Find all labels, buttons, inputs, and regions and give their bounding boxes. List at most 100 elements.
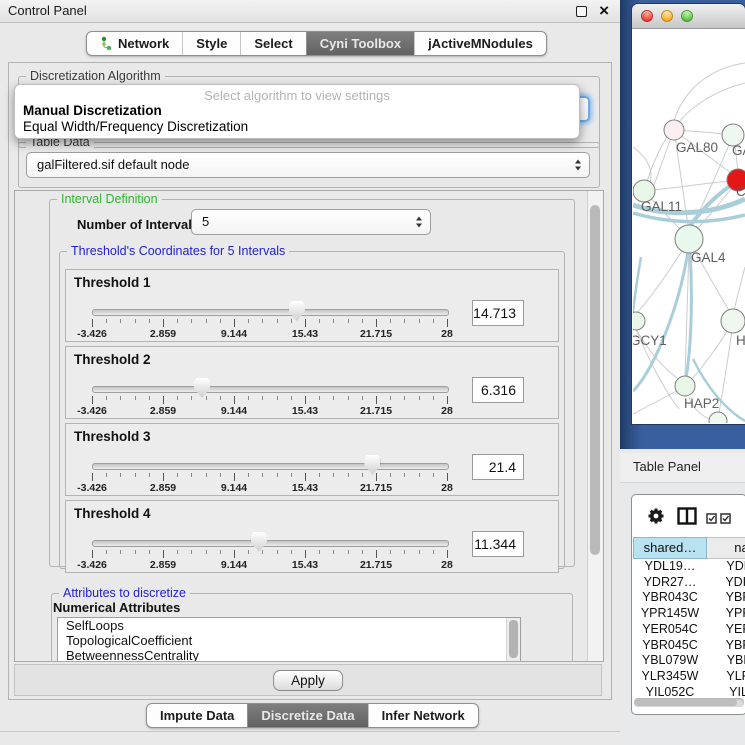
num-intervals-combobox[interactable]: 5 <box>191 209 431 235</box>
zoom-traffic-light-icon[interactable] <box>681 10 693 22</box>
table-horizontal-scrollbar-thumb[interactable] <box>635 699 737 706</box>
close-icon[interactable]: × <box>599 1 609 21</box>
threshold-slider-thumb[interactable] <box>364 455 380 475</box>
table-cell[interactable]: YER054C <box>633 622 707 638</box>
list-scrollbar-thumb[interactable] <box>509 620 518 658</box>
table-horizontal-scrollbar[interactable] <box>634 698 744 707</box>
checkbox-icon[interactable] <box>720 511 731 529</box>
network-edge[interactable] <box>644 181 729 191</box>
table-cell[interactable]: YLR3 <box>707 669 745 685</box>
network-edge[interactable] <box>677 83 745 125</box>
attribute-item-selfloops[interactable]: SelfLoops <box>58 618 520 633</box>
numerical-attributes-list[interactable]: SelfLoopsTopologicalCoefficientBetweenne… <box>57 617 521 662</box>
float-window-icon[interactable] <box>576 6 587 17</box>
slider-tick <box>92 319 93 327</box>
checkbox-icon[interactable] <box>706 511 717 529</box>
threshold-slider-track[interactable] <box>92 463 449 470</box>
table-row[interactable]: YBR045CYBR0 <box>632 638 745 654</box>
threshold-value-field[interactable]: 6.316 <box>472 377 524 403</box>
table-cell[interactable]: YDL1 <box>707 559 745 575</box>
panel-scrollbar[interactable] <box>587 191 603 661</box>
tab-discretize-data[interactable]: Discretize Data <box>247 704 367 727</box>
table-cell[interactable]: YBR045C <box>633 638 707 654</box>
network-node[interactable] <box>721 309 745 333</box>
network-node-gal4[interactable] <box>675 225 703 253</box>
tab-select[interactable]: Select <box>240 32 305 55</box>
threshold-slider-track[interactable] <box>92 309 449 316</box>
tab-jactivemnodules[interactable]: jActiveMNodules <box>414 32 546 55</box>
network-edge[interactable] <box>674 63 745 121</box>
table-row[interactable]: YLR345WYLR3 <box>632 669 745 685</box>
algorithm-option-equal-width-frequency-discretization[interactable]: Equal Width/Frequency Discretization <box>15 119 579 135</box>
table-cell[interactable]: YDR27… <box>633 575 707 591</box>
window-bottom-edge <box>0 731 620 732</box>
table-cell[interactable]: YLR345W <box>633 669 707 685</box>
tab-network[interactable]: Network <box>87 32 182 55</box>
table-cell[interactable]: YBR043C <box>633 590 707 606</box>
slider-tick <box>404 396 405 400</box>
algorithm-option-manual-discretization[interactable]: Manual Discretization <box>15 103 579 119</box>
attribute-item-topologicalcoefficient[interactable]: TopologicalCoefficient <box>58 633 520 648</box>
table-cell[interactable]: YBR0 <box>707 590 745 606</box>
threshold-value-field[interactable]: 21.4 <box>472 454 524 480</box>
interval-definition-title: Interval Definition <box>57 192 162 206</box>
network-node-label: GCY1 <box>633 333 667 348</box>
threshold-slider-track[interactable] <box>92 386 449 393</box>
network-edge[interactable] <box>633 147 651 185</box>
table-cell[interactable]: YER0 <box>707 622 745 638</box>
tab-style[interactable]: Style <box>182 32 240 55</box>
column-header-shared[interactable]: shared… <box>633 537 707 559</box>
panel-scrollbar-thumb[interactable] <box>590 205 600 555</box>
network-window-titlebar[interactable] <box>632 4 745 29</box>
threshold-panel-1: Threshold 1-3.4262.8599.14415.4321.71528… <box>65 269 559 342</box>
table-cell[interactable]: YPR145W <box>633 606 707 622</box>
slider-tick <box>433 473 434 477</box>
threshold-slider-thumb[interactable] <box>251 532 267 552</box>
list-scrollbar[interactable] <box>506 618 520 662</box>
table-row[interactable]: YDL19…YDL1 <box>632 559 745 575</box>
tab-infer-network[interactable]: Infer Network <box>368 704 478 727</box>
threshold-slider-thumb[interactable] <box>289 301 305 321</box>
network-edge[interactable] <box>719 321 733 413</box>
network-canvas[interactable]: GAL80GACGAL11GAL4GCY1HHAP2 <box>633 29 745 423</box>
table-row[interactable]: YBR043CYBR0 <box>632 590 745 606</box>
close-traffic-light-icon[interactable] <box>641 10 653 22</box>
slider-tick-label: -3.426 <box>77 559 107 571</box>
tab-cyni-toolbox[interactable]: Cyni Toolbox <box>306 32 414 55</box>
slider-tick <box>376 319 377 327</box>
network-edge[interactable] <box>734 267 745 311</box>
slider-tick-label: 2.859 <box>150 328 176 340</box>
table-cell[interactable]: YDL19… <box>633 559 707 575</box>
threshold-value-field[interactable]: 11.344 <box>472 531 524 557</box>
attribute-item-betweennesscentrality[interactable]: BetweennessCentrality <box>58 648 520 662</box>
table-cell[interactable]: YPR1 <box>707 606 745 622</box>
threshold-slider-track[interactable] <box>92 540 449 547</box>
table-data-combobox[interactable]: galFiltered.sif default node <box>26 152 590 178</box>
algorithm-group-title: Discretization Algorithm <box>26 69 165 83</box>
table-row[interactable]: YBL079WYBL0 <box>632 653 745 669</box>
split-view-icon[interactable] <box>677 507 697 530</box>
network-node-hap2[interactable] <box>675 376 695 396</box>
threshold-value-field[interactable]: 14.713 <box>472 300 524 326</box>
minimize-traffic-light-icon[interactable] <box>661 10 673 22</box>
column-header-na[interactable]: na <box>707 537 745 559</box>
network-node-gal80[interactable] <box>664 120 684 140</box>
threshold-label: Threshold 1 <box>74 275 151 290</box>
network-edge[interactable] <box>633 257 641 313</box>
network-node[interactable] <box>709 412 727 423</box>
network-node-label: C <box>736 184 745 199</box>
table-cell[interactable]: YDR2 <box>707 575 745 591</box>
apply-button[interactable]: Apply <box>273 670 343 691</box>
table-cell[interactable]: YBL0 <box>707 653 745 669</box>
gear-icon[interactable] <box>646 506 666 531</box>
table-row[interactable]: YPR145WYPR1 <box>632 606 745 622</box>
table-cell[interactable]: YBL079W <box>633 653 707 669</box>
network-canvas-svg[interactable]: GAL80GACGAL11GAL4GCY1HHAP2 <box>633 29 745 423</box>
slider-tick <box>404 550 405 554</box>
table-row[interactable]: YDR27…YDR2 <box>632 575 745 591</box>
network-node-gcy1[interactable] <box>633 312 645 330</box>
threshold-slider-thumb[interactable] <box>194 378 210 398</box>
table-row[interactable]: YER054CYER0 <box>632 622 745 638</box>
table-cell[interactable]: YBR0 <box>707 638 745 654</box>
tab-impute-data[interactable]: Impute Data <box>147 704 247 727</box>
